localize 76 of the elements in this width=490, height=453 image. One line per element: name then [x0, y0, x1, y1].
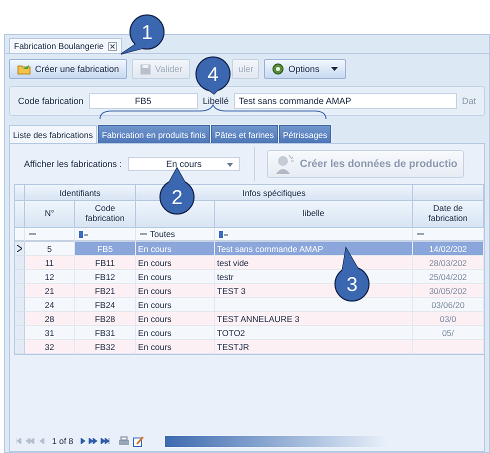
person-icon: [274, 154, 296, 174]
filter-cell[interactable]: [215, 228, 413, 242]
table-cell: 30/05/202: [413, 284, 484, 298]
table-cell: FB24: [75, 298, 136, 312]
field-label: Dat: [462, 96, 476, 106]
table-cell: En cours: [136, 284, 215, 298]
table-cell: FB32: [75, 340, 136, 354]
table-cell: Test sans commande AMAP: [215, 242, 413, 256]
close-icon[interactable]: [108, 42, 117, 50]
table-cell: 31: [25, 326, 75, 340]
numbered-callout: 4: [195, 56, 232, 96]
table-cell: 5: [25, 242, 75, 256]
table-cell: FB5: [75, 242, 136, 256]
page-indicator: 1 of 8: [51, 436, 74, 446]
table-cell: En cours: [136, 256, 215, 270]
text-filter-icon: [79, 230, 89, 238]
caret-icon: [331, 67, 338, 71]
table-cell: En cours: [136, 242, 215, 256]
table-cell: 21: [25, 284, 75, 298]
folder-icon: [17, 63, 31, 75]
numbered-callout: 3: [333, 246, 371, 303]
column-header[interactable]: Date de fabrication: [413, 201, 484, 228]
field-label: Libellé: [202, 96, 229, 106]
libelle-field[interactable]: Test sans commande AMAP: [234, 93, 457, 109]
text-filter-icon: [219, 230, 229, 238]
numbered-callout: 2: [159, 166, 196, 216]
field-label: Code fabrication: [18, 96, 84, 106]
table-cell: 32: [25, 340, 75, 354]
status-dropdown[interactable]: En cours: [128, 157, 240, 171]
tab[interactable]: Fabrication en produits finis: [98, 125, 210, 143]
table-cell: En cours: [136, 340, 215, 354]
group-header: Identifiants: [25, 185, 136, 201]
table-cell: 25/04/202: [413, 270, 484, 284]
table-cell: 03/0: [413, 312, 484, 326]
table-cell: 14/02/202: [413, 242, 484, 256]
table-cell: TOTO2: [215, 326, 413, 340]
toolbar-button[interactable]: Options: [264, 59, 346, 79]
table-cell: FB31: [75, 326, 136, 340]
tab[interactable]: Pétrissages: [278, 125, 332, 143]
edit-icon[interactable]: [133, 436, 144, 446]
numbered-callout: 1: [119, 14, 166, 56]
table-cell: En cours: [136, 270, 215, 284]
print-icon[interactable]: [118, 436, 130, 446]
code-field[interactable]: FB5: [88, 93, 198, 109]
tab[interactable]: Liste des fabrications: [9, 125, 97, 143]
filter-cell[interactable]: Toutes: [136, 228, 215, 242]
table-cell: 05/: [413, 326, 484, 340]
filter-cell[interactable]: [413, 228, 484, 242]
table-cell: 03/06/20: [413, 298, 484, 312]
table-cell: 28: [25, 312, 75, 326]
table-cell: En cours: [136, 312, 215, 326]
document-tab[interactable]: Fabrication Boulangerie: [9, 38, 122, 53]
caret-icon: [226, 163, 233, 167]
table-cell: FB12: [75, 270, 136, 284]
table-cell: FB28: [75, 312, 136, 326]
table-cell: FB21: [75, 284, 136, 298]
column-header[interactable]: Code fabrication: [75, 201, 136, 228]
table-cell: 24: [25, 298, 75, 312]
first-page-icon[interactable]: [16, 438, 46, 444]
table-cell: TESTJR: [215, 340, 413, 354]
row-indicator[interactable]: [15, 242, 25, 256]
table-cell: En cours: [136, 298, 215, 312]
table-cell: 28/03/202: [413, 256, 484, 270]
table-cell: FB11: [75, 256, 136, 270]
table-cell: test vide: [215, 256, 413, 270]
filter-label: Afficher les fabrications :: [23, 159, 123, 169]
tab[interactable]: Pâtes et farines: [210, 125, 278, 143]
table-cell: En cours: [136, 326, 215, 340]
column-header[interactable]: N°: [25, 201, 75, 228]
table-cell: TEST ANNELAURE 3: [215, 312, 413, 326]
table-cell: 12: [25, 270, 75, 284]
column-header[interactable]: libelle: [215, 201, 413, 228]
filter-cell[interactable]: [25, 228, 75, 242]
table-cell: 11: [25, 256, 75, 270]
toolbar-button[interactable]: Créer une fabrication: [9, 59, 128, 79]
filter-cell[interactable]: [75, 228, 136, 242]
